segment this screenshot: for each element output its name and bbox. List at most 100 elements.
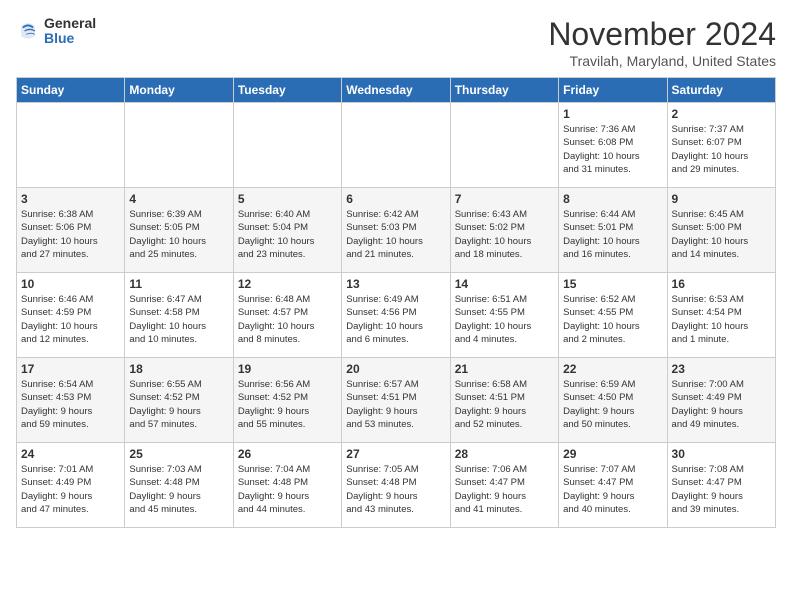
- day-info: Sunrise: 6:45 AM Sunset: 5:00 PM Dayligh…: [672, 208, 771, 261]
- calendar-cell: 27Sunrise: 7:05 AM Sunset: 4:48 PM Dayli…: [342, 443, 450, 528]
- calendar-cell: 13 Sunrise: 6:49 AM Sunset: 4:56 PM Dayli…: [342, 273, 450, 358]
- calendar-week-row: 3 Sunrise: 6:38 AM Sunset: 5:06 PM Daylig…: [17, 188, 776, 273]
- calendar-cell: 28 Sunrise: 7:06 AM Sunset: 4:47 PM Dayli…: [450, 443, 558, 528]
- calendar-week-row: 1 Sunrise: 7:36 AM Sunset: 6:08 PM Daylig…: [17, 103, 776, 188]
- day-info: Sunrise: 7:00 AM Sunset: 4:49 PM Dayligh…: [672, 378, 771, 431]
- calendar-cell: 30 Sunrise: 7:08 AM Sunset: 4:47 PM Dayli…: [667, 443, 775, 528]
- day-number: 13: [346, 277, 445, 291]
- day-number: 16: [672, 277, 771, 291]
- day-info: Sunrise: 6:44 AM Sunset: 5:01 PM Dayligh…: [563, 208, 662, 261]
- calendar-cell: 3 Sunrise: 6:38 AM Sunset: 5:06 PM Daylig…: [17, 188, 125, 273]
- day-info: Sunrise: 6:59 AM Sunset: 4:50 PM Dayligh…: [563, 378, 662, 431]
- day-info: Sunrise: 6:52 AM Sunset: 4:55 PM Dayligh…: [563, 293, 662, 346]
- calendar-cell: 9 Sunrise: 6:45 AM Sunset: 5:00 PM Daylig…: [667, 188, 775, 273]
- calendar-cell: 29 Sunrise: 7:07 AM Sunset: 4:47 PM Dayli…: [559, 443, 667, 528]
- weekday-header: Monday: [125, 78, 233, 103]
- calendar-cell: 21 Sunrise: 6:58 AM Sunset: 4:51 PM Dayli…: [450, 358, 558, 443]
- day-info: Sunrise: 7:04 AM Sunset: 4:48 PM Dayligh…: [238, 463, 337, 516]
- day-info: Sunrise: 7:05 AM Sunset: 4:48 PM Dayligh…: [346, 463, 445, 516]
- day-number: 29: [563, 447, 662, 461]
- calendar-cell: 7Sunrise: 6:43 AM Sunset: 5:02 PM Daylig…: [450, 188, 558, 273]
- day-info: Sunrise: 6:53 AM Sunset: 4:54 PM Dayligh…: [672, 293, 771, 346]
- calendar-cell: 2Sunrise: 7:37 AM Sunset: 6:07 PM Daylig…: [667, 103, 775, 188]
- day-number: 22: [563, 362, 662, 376]
- calendar-cell: 1 Sunrise: 7:36 AM Sunset: 6:08 PM Daylig…: [559, 103, 667, 188]
- logo-general: General: [44, 16, 96, 31]
- day-info: Sunrise: 6:38 AM Sunset: 5:06 PM Dayligh…: [21, 208, 120, 261]
- calendar-cell: 19 Sunrise: 6:56 AM Sunset: 4:52 PM Dayli…: [233, 358, 341, 443]
- day-number: 23: [672, 362, 771, 376]
- location: Travilah, Maryland, United States: [548, 53, 776, 69]
- calendar-cell: 23 Sunrise: 7:00 AM Sunset: 4:49 PM Dayli…: [667, 358, 775, 443]
- day-info: Sunrise: 7:06 AM Sunset: 4:47 PM Dayligh…: [455, 463, 554, 516]
- day-number: 6: [346, 192, 445, 206]
- day-number: 9: [672, 192, 771, 206]
- weekday-header: Wednesday: [342, 78, 450, 103]
- day-info: Sunrise: 6:46 AM Sunset: 4:59 PM Dayligh…: [21, 293, 120, 346]
- day-number: 20: [346, 362, 445, 376]
- calendar-cell: 12 Sunrise: 6:48 AM Sunset: 4:57 PM Dayli…: [233, 273, 341, 358]
- day-info: Sunrise: 6:39 AM Sunset: 5:05 PM Dayligh…: [129, 208, 228, 261]
- calendar-cell: 22 Sunrise: 6:59 AM Sunset: 4:50 PM Dayli…: [559, 358, 667, 443]
- day-info: Sunrise: 6:58 AM Sunset: 4:51 PM Dayligh…: [455, 378, 554, 431]
- calendar-cell: [450, 103, 558, 188]
- weekday-header: Saturday: [667, 78, 775, 103]
- day-info: Sunrise: 7:01 AM Sunset: 4:49 PM Dayligh…: [21, 463, 120, 516]
- day-info: Sunrise: 6:49 AM Sunset: 4:56 PM Dayligh…: [346, 293, 445, 346]
- calendar-cell: 16 Sunrise: 6:53 AM Sunset: 4:54 PM Dayli…: [667, 273, 775, 358]
- day-number: 15: [563, 277, 662, 291]
- calendar-cell: [233, 103, 341, 188]
- day-number: 7: [455, 192, 554, 206]
- day-number: 4: [129, 192, 228, 206]
- day-number: 24: [21, 447, 120, 461]
- day-info: Sunrise: 6:48 AM Sunset: 4:57 PM Dayligh…: [238, 293, 337, 346]
- day-info: Sunrise: 7:08 AM Sunset: 4:47 PM Dayligh…: [672, 463, 771, 516]
- day-info: Sunrise: 7:37 AM Sunset: 6:07 PM Dayligh…: [672, 123, 771, 176]
- calendar-week-row: 17Sunrise: 6:54 AM Sunset: 4:53 PM Dayli…: [17, 358, 776, 443]
- day-number: 30: [672, 447, 771, 461]
- day-number: 3: [21, 192, 120, 206]
- day-number: 28: [455, 447, 554, 461]
- day-info: Sunrise: 6:40 AM Sunset: 5:04 PM Dayligh…: [238, 208, 337, 261]
- calendar-cell: 24 Sunrise: 7:01 AM Sunset: 4:49 PM Dayli…: [17, 443, 125, 528]
- weekday-header: Thursday: [450, 78, 558, 103]
- calendar-cell: [342, 103, 450, 188]
- day-info: Sunrise: 6:57 AM Sunset: 4:51 PM Dayligh…: [346, 378, 445, 431]
- calendar-cell: [125, 103, 233, 188]
- calendar-cell: [17, 103, 125, 188]
- day-number: 19: [238, 362, 337, 376]
- day-number: 14: [455, 277, 554, 291]
- calendar-header-row: SundayMondayTuesdayWednesdayThursdayFrid…: [17, 78, 776, 103]
- day-number: 21: [455, 362, 554, 376]
- day-info: Sunrise: 6:54 AM Sunset: 4:53 PM Dayligh…: [21, 378, 120, 431]
- calendar-cell: 18 Sunrise: 6:55 AM Sunset: 4:52 PM Dayli…: [125, 358, 233, 443]
- title-block: November 2024 Travilah, Maryland, United…: [548, 16, 776, 69]
- day-info: Sunrise: 7:03 AM Sunset: 4:48 PM Dayligh…: [129, 463, 228, 516]
- calendar-cell: 15 Sunrise: 6:52 AM Sunset: 4:55 PM Dayli…: [559, 273, 667, 358]
- calendar-cell: 4 Sunrise: 6:39 AM Sunset: 5:05 PM Daylig…: [125, 188, 233, 273]
- logo-icon: [16, 19, 40, 43]
- weekday-header: Friday: [559, 78, 667, 103]
- day-info: Sunrise: 7:36 AM Sunset: 6:08 PM Dayligh…: [563, 123, 662, 176]
- calendar-cell: 5Sunrise: 6:40 AM Sunset: 5:04 PM Daylig…: [233, 188, 341, 273]
- day-number: 1: [563, 107, 662, 121]
- logo-blue: Blue: [44, 31, 96, 46]
- month-title: November 2024: [548, 16, 776, 53]
- calendar-cell: 26 Sunrise: 7:04 AM Sunset: 4:48 PM Dayli…: [233, 443, 341, 528]
- day-info: Sunrise: 6:56 AM Sunset: 4:52 PM Dayligh…: [238, 378, 337, 431]
- day-number: 25: [129, 447, 228, 461]
- calendar-cell: 6Sunrise: 6:42 AM Sunset: 5:03 PM Daylig…: [342, 188, 450, 273]
- calendar-cell: 14Sunrise: 6:51 AM Sunset: 4:55 PM Dayli…: [450, 273, 558, 358]
- day-number: 18: [129, 362, 228, 376]
- calendar-cell: 20 Sunrise: 6:57 AM Sunset: 4:51 PM Dayli…: [342, 358, 450, 443]
- day-info: Sunrise: 6:55 AM Sunset: 4:52 PM Dayligh…: [129, 378, 228, 431]
- calendar-week-row: 10Sunrise: 6:46 AM Sunset: 4:59 PM Dayli…: [17, 273, 776, 358]
- calendar-table: SundayMondayTuesdayWednesdayThursdayFrid…: [16, 77, 776, 528]
- day-info: Sunrise: 7:07 AM Sunset: 4:47 PM Dayligh…: [563, 463, 662, 516]
- day-number: 12: [238, 277, 337, 291]
- calendar-cell: 17Sunrise: 6:54 AM Sunset: 4:53 PM Dayli…: [17, 358, 125, 443]
- day-number: 26: [238, 447, 337, 461]
- day-number: 8: [563, 192, 662, 206]
- logo: General Blue: [16, 16, 96, 47]
- calendar-week-row: 24 Sunrise: 7:01 AM Sunset: 4:49 PM Dayli…: [17, 443, 776, 528]
